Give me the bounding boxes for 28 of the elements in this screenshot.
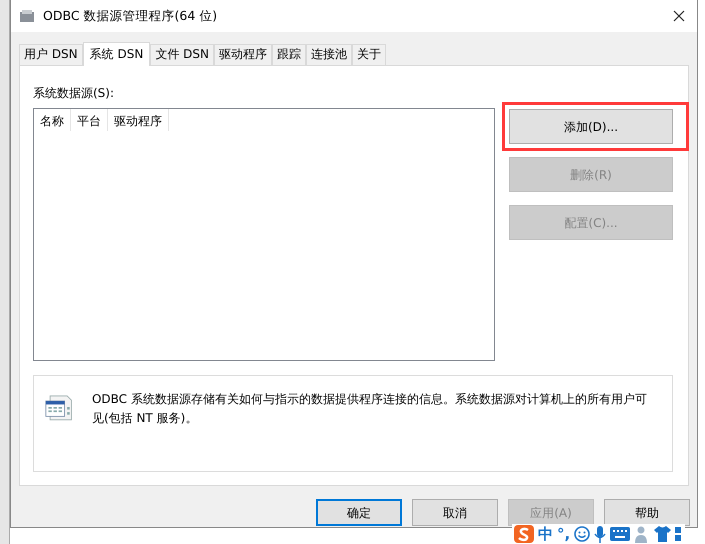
tab[interactable]: 关于 bbox=[352, 44, 386, 65]
data-source-list[interactable]: 名称 平台 驱动程序 bbox=[33, 108, 495, 361]
tab[interactable]: 跟踪 bbox=[272, 44, 306, 65]
column-header[interactable]: 名称 bbox=[34, 109, 71, 131]
action-button[interactable]: 添加(D)... bbox=[509, 109, 673, 144]
shirt-icon[interactable] bbox=[654, 526, 672, 542]
tab[interactable]: 用户 DSN bbox=[19, 44, 83, 65]
microphone-icon[interactable] bbox=[594, 526, 606, 542]
close-icon[interactable] bbox=[673, 10, 685, 22]
column-header[interactable]: 驱动程序 bbox=[108, 109, 169, 131]
language-indicator[interactable]: 中 bbox=[538, 525, 553, 543]
grid-icon[interactable] bbox=[675, 526, 684, 542]
tab[interactable]: 驱动程序 bbox=[214, 44, 272, 65]
punctuation-indicator[interactable]: °, bbox=[557, 525, 570, 543]
tab[interactable]: 文件 DSN bbox=[150, 44, 214, 65]
ime-logo-icon[interactable] bbox=[514, 525, 534, 543]
list-label: 系统数据源(S): bbox=[33, 85, 116, 102]
window-title: ODBC 数据源管理程序(64 位) bbox=[43, 6, 218, 25]
dialog-button[interactable]: 取消 bbox=[412, 499, 498, 526]
tab[interactable]: 系统 DSN bbox=[82, 42, 150, 66]
info-text: ODBC 系统数据源存储有关如何与指示的数据提供程序连接的信息。系统数据源对计算机上的所有用户可见(包括 NT 服务)。 bbox=[92, 391, 648, 427]
keyboard-icon[interactable] bbox=[610, 527, 630, 541]
dialog-button[interactable]: 确定 bbox=[316, 499, 402, 526]
dialog-button[interactable]: 帮助 bbox=[604, 499, 690, 526]
column-header[interactable]: 平台 bbox=[71, 109, 108, 131]
tab[interactable]: 连接池 bbox=[306, 44, 352, 65]
app-icon bbox=[19, 9, 35, 23]
smiley-icon[interactable] bbox=[574, 526, 590, 542]
